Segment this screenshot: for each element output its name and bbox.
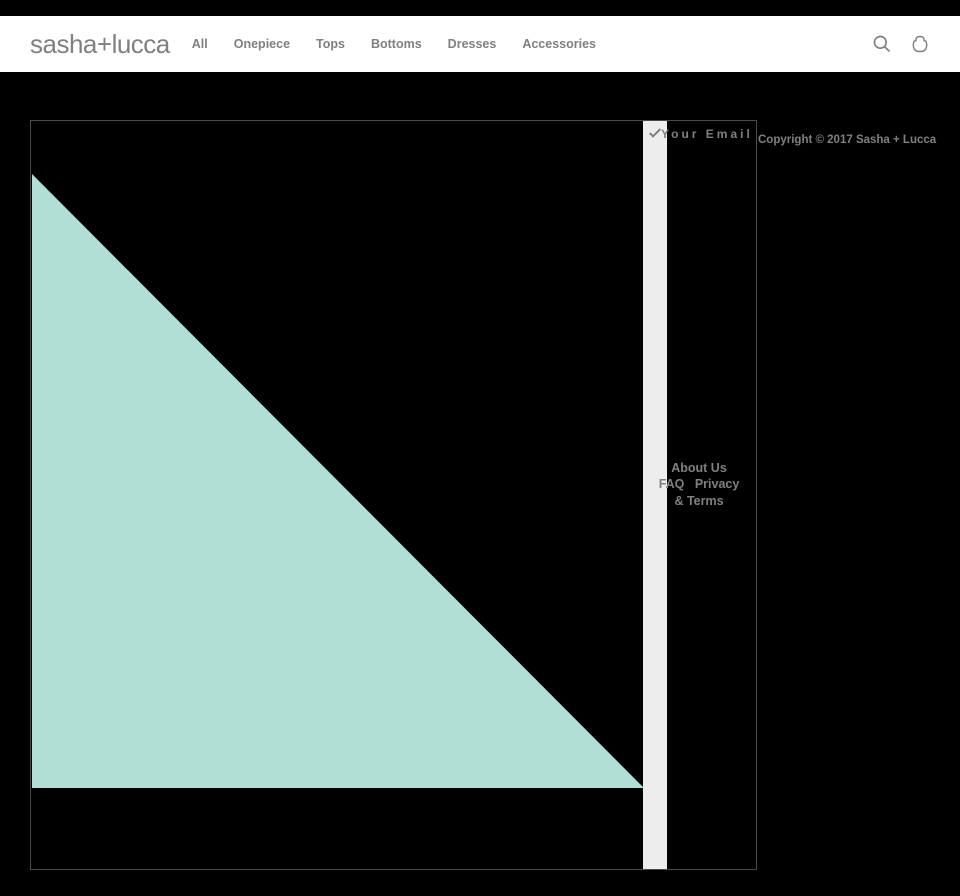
site-header: sasha+lucca All Onepiece Tops Bottoms Dr… bbox=[0, 16, 960, 72]
nav-tops[interactable]: Tops bbox=[316, 37, 345, 51]
nav-accessories[interactable]: Accessories bbox=[522, 37, 596, 51]
email-input-label[interactable]: Your Email bbox=[661, 127, 753, 141]
cart-icon[interactable] bbox=[910, 34, 930, 54]
nav-bottoms[interactable]: Bottoms bbox=[371, 37, 422, 51]
search-icon[interactable] bbox=[872, 34, 892, 54]
nav-dresses[interactable]: Dresses bbox=[448, 37, 497, 51]
nav-all[interactable]: All bbox=[192, 37, 208, 51]
copyright-text: Copyright © 2017 Sasha + Lucca bbox=[758, 134, 936, 146]
primary-nav: All Onepiece Tops Bottoms Dresses Access… bbox=[192, 37, 596, 51]
nav-onepiece[interactable]: Onepiece bbox=[234, 37, 290, 51]
footer-links: About Us FAQ Privacy & Terms bbox=[655, 460, 743, 509]
site-logo[interactable]: sasha+lucca bbox=[30, 29, 170, 60]
faq-link[interactable]: FAQ bbox=[659, 477, 685, 491]
about-us-link[interactable]: About Us bbox=[671, 461, 727, 475]
decorative-triangle bbox=[32, 174, 644, 788]
header-icons bbox=[872, 34, 930, 54]
privacy-terms-link[interactable]: Privacy & Terms bbox=[674, 477, 739, 507]
